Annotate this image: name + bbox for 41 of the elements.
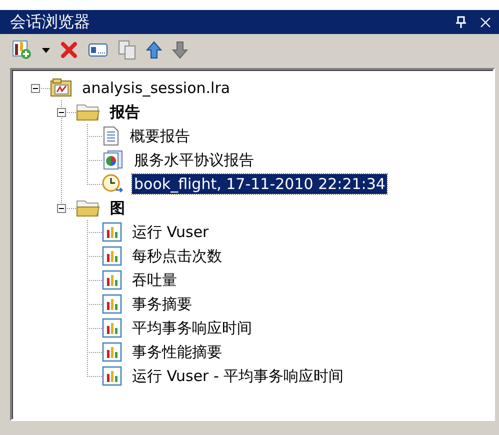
tree-item[interactable]: 服务水平协议报告 [132,150,256,170]
tree-item[interactable]: 吞吐量 [130,270,179,290]
down-arrow-icon [172,41,188,59]
tree-item[interactable]: book_flight, 17-11-2010 22:21:34 [132,174,388,194]
copy-icon [118,40,136,60]
expander-toggle[interactable] [56,108,66,116]
clock-icon [102,174,124,194]
tree-item[interactable]: analysis_session.lra [80,78,232,98]
caret-icon [42,48,50,52]
bar-chart-icon [102,366,122,386]
bar-chart-icon [102,318,122,338]
window-title: 会话浏览器 [10,12,91,32]
tree-item[interactable]: 事务性能摘要 [130,342,224,362]
bar-chart-icon [102,246,122,266]
tree-item[interactable]: 平均事务响应时间 [130,318,254,338]
folder-icon [76,198,100,218]
toolbar-button[interactable] [12,39,32,61]
folder-icon [76,102,100,122]
tree-item[interactable]: 图 [108,198,127,218]
tree-item[interactable]: 报告 [108,102,142,122]
toolbar-button[interactable] [146,39,162,61]
bar-chart-icon [102,270,122,290]
pie-report-icon [102,150,124,170]
close-icon[interactable] [480,16,491,28]
add-chart-icon [12,40,32,60]
tree-item[interactable]: 每秒点击次数 [130,246,224,266]
pin-icon[interactable] [456,16,466,28]
bar-chart-icon [102,342,122,362]
bar-chart-icon [102,294,122,314]
tree-item[interactable]: 概要报告 [128,126,192,146]
delete-icon [60,41,78,59]
tree-item[interactable]: 事务摘要 [130,294,194,314]
session-file-icon [50,78,72,98]
document-icon [102,126,120,146]
rename-icon [88,43,108,57]
tree-item[interactable]: 运行 Vuser [130,222,211,242]
tree-item[interactable]: 运行 Vuser - 平均事务响应时间 [130,366,346,386]
up-arrow-icon [146,41,162,59]
bar-chart-icon [102,222,122,242]
expander-toggle[interactable] [30,84,40,92]
expander-toggle[interactable] [56,204,66,212]
